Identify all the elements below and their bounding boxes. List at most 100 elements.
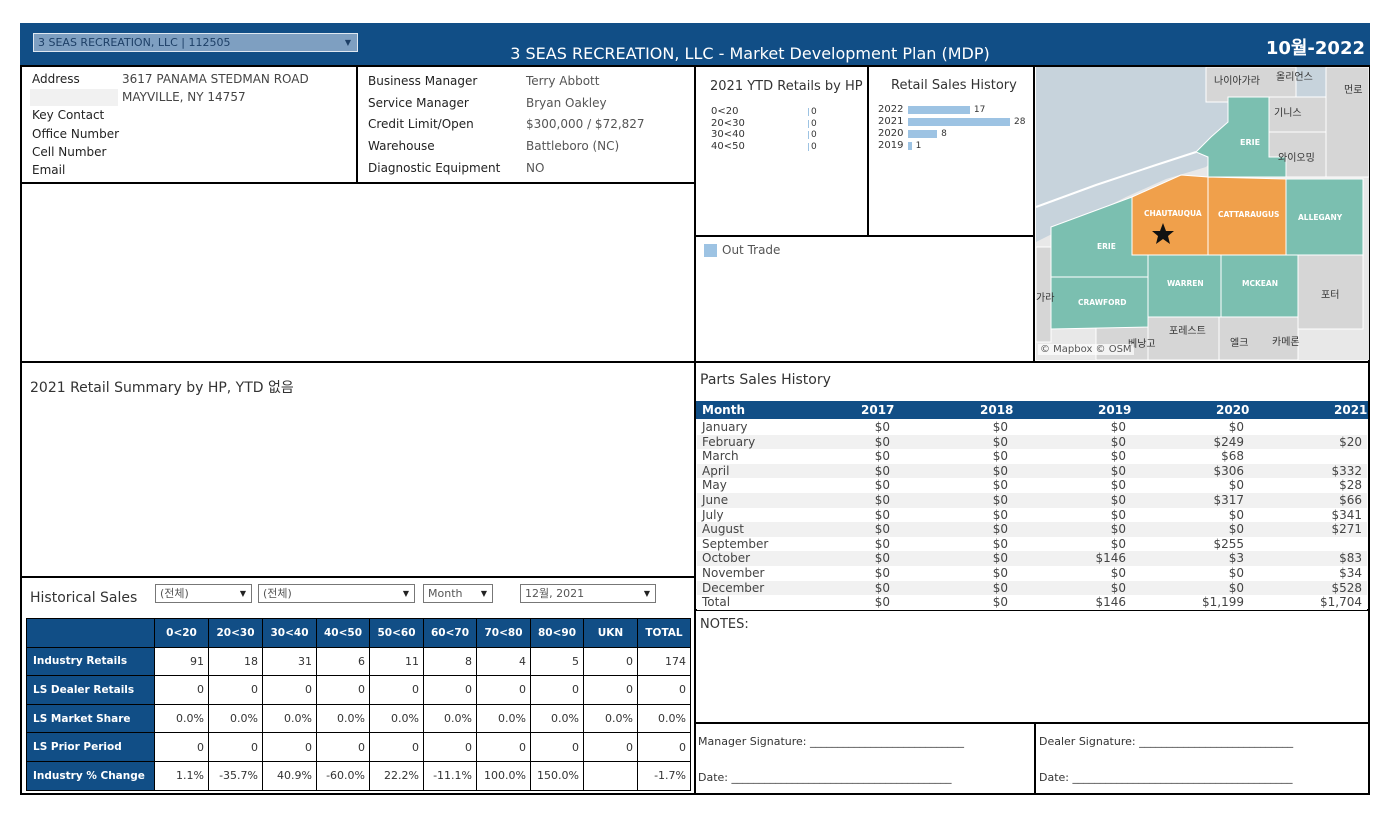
hp-bar xyxy=(808,142,809,151)
table-cell: -60.0% xyxy=(316,760,370,791)
filter-dropdown-1[interactable]: (전체) ▼ xyxy=(155,584,252,603)
table-cell: 5 xyxy=(530,646,584,677)
table-cell: 0.0% xyxy=(262,703,317,734)
table-cell: 0 xyxy=(583,675,638,705)
manager-signature-line[interactable]: Manager Signature: _____________________… xyxy=(698,735,964,748)
divider xyxy=(694,235,1035,237)
parts-value-cell: $0 xyxy=(992,580,1008,595)
period-type-dropdown[interactable]: Month ▼ xyxy=(423,584,493,603)
divider xyxy=(1034,722,1036,795)
table-row[interactable]: Total $0 $0 $146 $1,199 $1,704 xyxy=(697,595,1367,610)
table-cell: 6 xyxy=(316,646,370,677)
divider xyxy=(1033,65,1035,362)
table-cell: 40.9% xyxy=(262,760,317,791)
parts-month-cell: Total xyxy=(702,595,731,610)
table-cell: 0 xyxy=(369,732,424,762)
table-cell: -35.7% xyxy=(208,760,263,791)
parts-value-cell: $341 xyxy=(1331,507,1362,522)
date-dropdown[interactable]: 12월, 2021 ▼ xyxy=(520,584,656,603)
retail-bar xyxy=(908,106,970,114)
table-row[interactable]: December $0 $0 $0 $0 $528 xyxy=(697,580,1367,596)
map-label: 포터 xyxy=(1321,290,1340,301)
hp-bar xyxy=(808,131,809,139)
table-cell: 0 xyxy=(476,675,531,705)
table-cell: 91 xyxy=(154,646,209,677)
table-cell: 0.0% xyxy=(476,703,531,734)
table-cell: 0 xyxy=(637,732,691,762)
row-header: Industry % Change xyxy=(26,760,155,791)
credit-value: $300,000 / $72,827 xyxy=(526,117,645,131)
parts-value-cell: $0 xyxy=(1110,522,1126,537)
parts-value-cell: $317 xyxy=(1213,493,1244,507)
parts-value-cell: $0 xyxy=(992,595,1008,610)
filter-value: 12월, 2021 xyxy=(525,587,585,600)
parts-value-cell: $0 xyxy=(1110,434,1126,449)
table-row[interactable]: February $0 $0 $0 $249 $20 xyxy=(697,434,1367,450)
table-row[interactable]: January $0 $0 $0 $0 xyxy=(697,420,1367,435)
table-row[interactable]: June $0 $0 $0 $317 $66 xyxy=(697,493,1367,508)
filter-value: (전체) xyxy=(263,587,292,600)
parts-value-cell: $0 xyxy=(1110,420,1126,434)
row-header: LS Prior Period xyxy=(26,732,155,762)
filter-dropdown-2[interactable]: (전체) ▼ xyxy=(258,584,415,603)
hp-category-label: 0<20 xyxy=(711,106,739,117)
table-cell: 0 xyxy=(423,732,477,762)
table-row[interactable]: Industry % Change 1.1% -35.7% 40.9% -60.0% 22… xyxy=(26,760,691,791)
map-label: 올리언스 xyxy=(1276,72,1313,83)
parts-value-cell: $1,704 xyxy=(1320,595,1362,610)
parts-value-cell: $0 xyxy=(992,420,1008,434)
parts-month-cell: January xyxy=(702,420,748,434)
dealer-select-value: 3 SEAS RECREATION, LLC | 112505 xyxy=(38,36,231,49)
retail-year-label: 2019 xyxy=(878,140,904,151)
filter-value: Month xyxy=(428,587,463,600)
table-cell: 0.0% xyxy=(154,703,209,734)
divider xyxy=(694,722,1370,724)
map-attribution[interactable]: © Mapbox © OSM xyxy=(1038,344,1134,355)
table-row[interactable]: LS Market Share 0.0% 0.0% 0.0% 0.0% 0.0% 0.0% 0… xyxy=(26,703,691,734)
table-row[interactable]: August $0 $0 $0 $0 $271 xyxy=(697,522,1367,537)
table-row[interactable]: April $0 $0 $0 $306 $332 xyxy=(697,463,1367,479)
dealer-signature-line[interactable]: Dealer Signature: ______________________… xyxy=(1039,735,1293,748)
table-cell: 0 xyxy=(530,732,584,762)
parts-month-cell: May xyxy=(702,478,727,493)
table-row[interactable]: October $0 $0 $146 $3 $83 xyxy=(697,551,1367,566)
table-row[interactable]: September $0 $0 $0 $255 xyxy=(697,536,1367,552)
column-header: 70<80 xyxy=(476,618,531,648)
diagnostic-label: Diagnostic Equipment xyxy=(368,161,501,175)
table-cell: 0 xyxy=(423,675,477,705)
table-cell: 0 xyxy=(262,732,317,762)
retail-year-label: 2020 xyxy=(878,128,904,139)
parts-value-cell: $0 xyxy=(992,493,1008,507)
warehouse-value: Battleboro (NC) xyxy=(526,139,620,153)
map-label: ALLEGANY xyxy=(1298,213,1343,222)
table-row[interactable]: November $0 $0 $0 $0 $34 xyxy=(697,566,1367,581)
divider xyxy=(867,65,869,236)
manager-date-line[interactable]: Date: __________________________________… xyxy=(698,771,952,784)
hp-bar xyxy=(808,108,809,116)
territory-map[interactable]: 나이아가라 올리언스 먼로 기니스 와이오밍 ERIE CHAUTAUQUA C… xyxy=(1036,67,1369,360)
table-cell: -11.1% xyxy=(423,760,477,791)
table-row[interactable]: LS Prior Period 0 0 0 0 0 0 0 0 0 0 xyxy=(26,732,691,762)
table-row[interactable]: March $0 $0 $0 $68 xyxy=(697,449,1367,464)
page-title: 3 SEAS RECREATION, LLC - Market Developm… xyxy=(510,44,990,63)
dealer-select[interactable]: 3 SEAS RECREATION, LLC | 112505 ▼ xyxy=(33,33,358,52)
table-row[interactable]: Industry Retails 91 18 31 6 11 8 4 5 0 174 xyxy=(26,646,691,677)
legend-out-trade[interactable]: Out Trade xyxy=(722,243,780,257)
parts-value-cell: $0 xyxy=(874,420,890,434)
dealer-date-line[interactable]: Date: __________________________________… xyxy=(1039,771,1293,784)
parts-table-header xyxy=(696,401,1368,419)
table-cell: 0 xyxy=(262,675,317,705)
parts-month-cell: December xyxy=(702,580,765,595)
hp-bar xyxy=(808,119,809,128)
table-cell: 0 xyxy=(208,732,263,762)
table-cell: 0.0% xyxy=(637,703,691,734)
map-label: MCKEAN xyxy=(1242,279,1278,288)
row-header: LS Market Share xyxy=(26,703,155,734)
table-row[interactable]: May $0 $0 $0 $0 $28 xyxy=(697,478,1367,493)
table-row[interactable]: LS Dealer Retails 0 0 0 0 0 0 0 0 0 0 xyxy=(26,675,691,705)
parts-value-cell: $146 xyxy=(1095,551,1126,566)
table-row[interactable]: July $0 $0 $0 $0 $341 xyxy=(697,507,1367,523)
divider xyxy=(356,65,358,183)
map-label: 엘크 xyxy=(1230,338,1249,349)
column-header: 0<20 xyxy=(154,618,209,648)
